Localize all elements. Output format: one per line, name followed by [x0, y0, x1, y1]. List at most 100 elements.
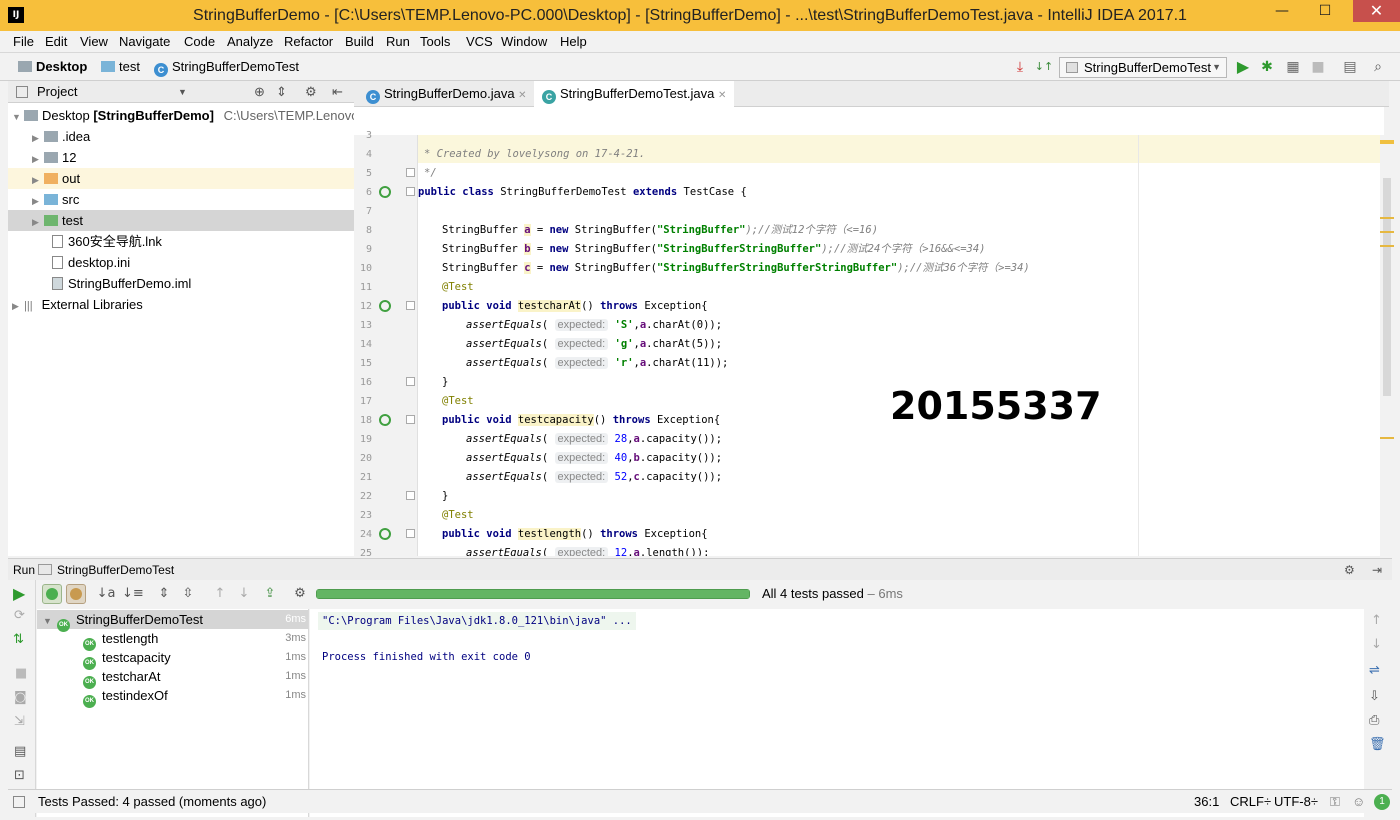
debug-icon[interactable]: ✱ [1257, 57, 1277, 77]
gear-icon[interactable]: ⚙ [1344, 559, 1355, 581]
menu-navigate[interactable]: Navigate [119, 31, 170, 53]
pin-icon[interactable]: ⊡ [14, 768, 25, 783]
caret-position[interactable]: 36:1 [1194, 790, 1219, 814]
tree-item-iml[interactable]: StringBufferDemo.iml [8, 273, 354, 294]
scroll-to-end-icon[interactable]: ⇩ [1369, 689, 1380, 704]
hide-icon[interactable]: ⇥ [1372, 559, 1382, 581]
tree-item-12[interactable]: ▶ 12 [8, 147, 354, 168]
test-row[interactable]: OK testlength 3ms [83, 629, 308, 651]
run-icon[interactable]: ▶ [1233, 57, 1253, 77]
hide-icon[interactable]: ⇤ [332, 81, 343, 103]
run-settings-icon[interactable]: ⚙ [290, 580, 310, 608]
collapse-all-icon[interactable]: ⇳ [178, 580, 198, 608]
run-test-gutter-icon[interactable] [379, 300, 391, 312]
locate-icon[interactable]: ⊕ [254, 81, 265, 103]
run-test-gutter-icon[interactable] [379, 186, 391, 198]
event-log-badge[interactable]: 1 [1374, 794, 1390, 810]
run-test-gutter-icon[interactable] [379, 528, 391, 540]
rerun-icon[interactable]: ▶ [13, 584, 25, 603]
breadcrumb-folder[interactable]: test [101, 53, 140, 81]
search-icon[interactable]: ⌕ [1368, 57, 1388, 77]
tool-windows-icon[interactable] [13, 796, 25, 808]
menu-edit[interactable]: Edit [45, 31, 67, 53]
up-arrow-icon[interactable]: ↑ [1371, 613, 1382, 628]
download-arrow-icon[interactable]: ⤓ [1010, 57, 1030, 77]
tree-item-test[interactable]: ▶ test [8, 210, 354, 231]
close-icon[interactable]: ✕ [518, 90, 526, 101]
test-row[interactable]: OK testcharAt 1ms [83, 667, 308, 689]
stop-icon[interactable]: ■ [1308, 57, 1328, 77]
collapse-icon[interactable]: ⇕ [276, 81, 287, 103]
test-row[interactable]: OK testindexOf 1ms [83, 686, 308, 708]
close-button[interactable]: ✕ [1353, 0, 1400, 22]
sort-alpha-icon[interactable]: ↓a [96, 580, 116, 608]
tab-stringbufferdemo[interactable]: C StringBufferDemo.java ✕ [358, 81, 535, 107]
test-root-row[interactable]: ▼ OK StringBufferDemoTest 6ms [43, 610, 308, 632]
trash-icon[interactable]: 🗑 [1369, 737, 1386, 752]
scroll-thumb[interactable] [1383, 178, 1391, 396]
down-arrow-icon[interactable]: ↓ [1371, 637, 1382, 652]
previous-test-icon[interactable]: ↑ [210, 580, 230, 608]
close-icon[interactable]: ✕ [718, 90, 726, 101]
fold-icon[interactable] [406, 301, 415, 310]
sort-duration-icon[interactable]: ↓≡ [122, 580, 144, 608]
stop-icon[interactable]: ■ [15, 666, 27, 681]
exit-icon[interactable]: ⇲ [14, 714, 25, 729]
tree-root[interactable]: ▼ Desktop [StringBufferDemo] C:\Users\TEM… [8, 105, 358, 126]
fold-icon[interactable] [406, 415, 415, 424]
gear-icon[interactable]: ⚙ [305, 81, 317, 103]
project-panel-title[interactable]: Project [37, 81, 77, 103]
expand-all-icon[interactable]: ⇕ [154, 580, 174, 608]
menu-run[interactable]: Run [386, 31, 410, 53]
tree-item-desktop-ini[interactable]: desktop.ini [8, 252, 354, 273]
run-config-dropdown[interactable]: StringBufferDemoTest ▼ [1059, 57, 1227, 78]
tree-item-idea[interactable]: ▶ .idea [8, 126, 354, 147]
run-test-gutter-icon[interactable] [379, 414, 391, 426]
soft-wrap-icon[interactable]: ⇌ [1369, 663, 1380, 678]
file-encoding[interactable]: UTF-8÷ [1274, 790, 1318, 814]
menu-file[interactable]: File [13, 31, 34, 53]
tree-item-out[interactable]: ▶ out [8, 168, 354, 189]
menu-code[interactable]: Code [184, 31, 215, 53]
export-icon[interactable]: ⇪ [260, 580, 280, 608]
breadcrumb-root[interactable]: Desktop [18, 53, 87, 81]
tree-item-external-libraries[interactable]: ▶ ||| External Libraries [8, 294, 354, 315]
print-icon[interactable]: ⎙ [1369, 713, 1379, 728]
menu-window[interactable]: Window [501, 31, 547, 53]
menu-tools[interactable]: Tools [420, 31, 450, 53]
run-panel-config[interactable]: StringBufferDemoTest [57, 559, 174, 581]
minimize-button[interactable]: — [1267, 0, 1297, 22]
rerun-failed-icon[interactable]: ⟳ [14, 608, 25, 623]
show-passed-toggle[interactable] [42, 584, 62, 604]
menu-vcs[interactable]: VCS [466, 31, 493, 53]
tree-item-src[interactable]: ▶ src [8, 189, 354, 210]
fold-icon[interactable] [406, 491, 415, 500]
editor-scrollbar[interactable] [1380, 135, 1394, 556]
fold-icon[interactable] [406, 529, 415, 538]
next-test-icon[interactable]: ↓ [234, 580, 254, 608]
menu-refactor[interactable]: Refactor [284, 31, 333, 53]
menu-view[interactable]: View [80, 31, 108, 53]
layout-icon[interactable]: ▤ [14, 744, 26, 759]
breadcrumb-file[interactable]: C StringBufferDemoTest [154, 53, 299, 81]
menu-help[interactable]: Help [560, 31, 587, 53]
chevron-down-icon[interactable]: ▼ [178, 81, 187, 103]
camera-icon[interactable]: ◙ [14, 690, 27, 705]
tab-stringbufferdemotest[interactable]: C StringBufferDemoTest.java ✕ [534, 81, 735, 107]
lock-icon[interactable]: ⚿ [1330, 790, 1340, 814]
coverage-icon[interactable]: ▦ [1283, 57, 1303, 77]
sort-arrows-icon[interactable]: ↓↑ [1034, 57, 1054, 77]
maximize-button[interactable]: ☐ [1310, 0, 1340, 22]
fold-icon[interactable] [406, 168, 415, 177]
show-ignored-toggle[interactable] [66, 584, 86, 604]
project-structure-icon[interactable]: ▤ [1340, 57, 1360, 77]
fold-icon[interactable] [406, 187, 415, 196]
inspector-icon[interactable]: ☺ [1352, 790, 1365, 814]
tree-item-lnk[interactable]: 360安全导航.lnk [8, 231, 354, 252]
toggle-autotest-icon[interactable]: ⇅ [13, 632, 24, 647]
line-separator[interactable]: CRLF÷ [1230, 790, 1271, 814]
fold-icon[interactable] [406, 377, 415, 386]
test-row[interactable]: OK testcapacity 1ms [83, 648, 308, 670]
menu-analyze[interactable]: Analyze [227, 31, 273, 53]
console-output[interactable]: "C:\Program Files\Java\jdk1.8.0_121\bin\… [310, 609, 1364, 817]
